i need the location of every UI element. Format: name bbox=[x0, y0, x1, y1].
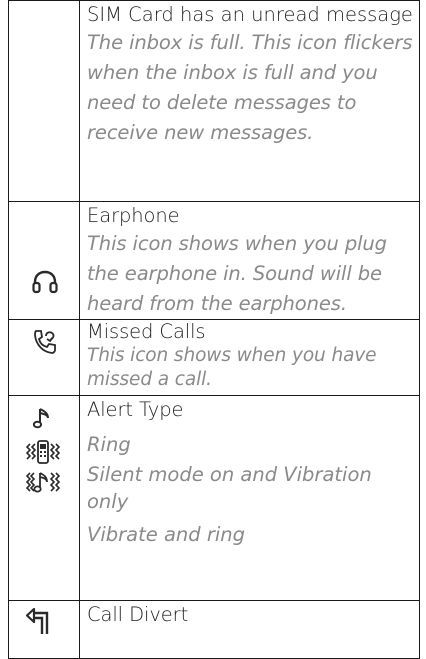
description-cell: Earphone This icon shows when you plug t… bbox=[79, 201, 420, 320]
icon-cell bbox=[8, 600, 80, 659]
call-divert-arrow-icon bbox=[25, 607, 49, 634]
table-row: Alert Type Ring Silent mode on and Vibra… bbox=[8, 395, 420, 601]
table-row: Earphone This icon shows when you plug t… bbox=[8, 201, 420, 320]
row-title: SIM Card has an unread message bbox=[87, 3, 413, 26]
vibrate-ring-icon bbox=[26, 472, 60, 493]
icon-cell-empty bbox=[8, 0, 80, 202]
description-cell: SIM Card has an unread message The inbox… bbox=[79, 0, 420, 202]
row-description: This icon shows when you plug the earpho… bbox=[87, 232, 387, 315]
description-cell: Call Divert bbox=[79, 600, 420, 659]
table-row: Call Divert bbox=[8, 600, 420, 659]
icon-cell bbox=[8, 201, 80, 320]
row-description: This icon shows when you have missed a c… bbox=[87, 345, 377, 390]
icon-legend-table: SIM Card has an unread message The inbox… bbox=[8, 0, 420, 659]
icon-cell bbox=[8, 395, 80, 601]
headphones-icon bbox=[32, 270, 58, 294]
music-note-icon bbox=[33, 408, 49, 429]
row-description: The inbox is full. This icon flickers wh… bbox=[87, 31, 413, 144]
description-cell: Alert Type Ring Silent mode on and Vibra… bbox=[79, 395, 420, 601]
icon-cell bbox=[8, 319, 80, 396]
row-title: Call Divert bbox=[87, 603, 189, 626]
description-cell: Missed Calls This icon shows when you ha… bbox=[79, 319, 420, 396]
table-row: SIM Card has an unread message The inbox… bbox=[8, 0, 420, 202]
vibrate-icon bbox=[26, 440, 60, 464]
alert-option-vibrate-ring: Vibrate and ring bbox=[87, 523, 245, 546]
row-title: Missed Calls bbox=[87, 320, 206, 343]
row-title: Alert Type bbox=[87, 398, 184, 421]
missed-call-phone-icon bbox=[34, 330, 56, 354]
row-title: Earphone bbox=[87, 204, 180, 227]
alert-option-ring: Ring bbox=[87, 433, 131, 456]
table-row: Missed Calls This icon shows when you ha… bbox=[8, 319, 420, 396]
alert-option-silent-vibration: Silent mode on and Vibration only bbox=[87, 463, 372, 513]
